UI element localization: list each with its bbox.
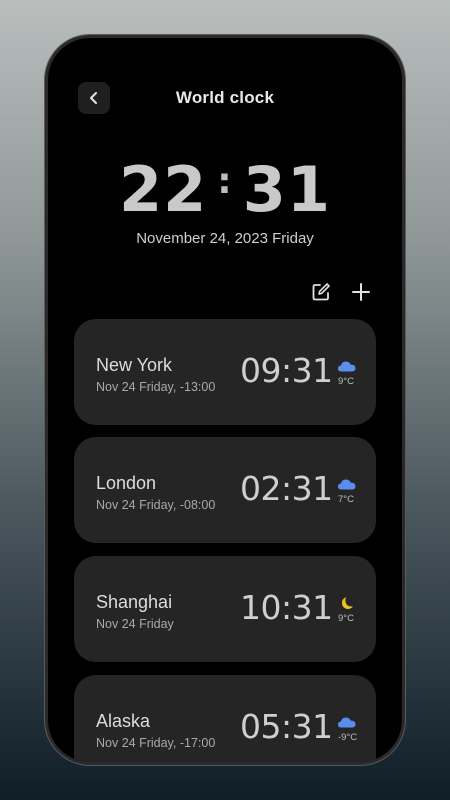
- city-card[interactable]: New York Nov 24 Friday, -13:00 09:31 9°C: [74, 319, 376, 425]
- city-name: New York: [96, 355, 173, 375]
- add-icon[interactable]: [350, 281, 372, 303]
- edit-icon[interactable]: [310, 281, 332, 303]
- city-name: Shanghai: [96, 592, 173, 612]
- city-time: 02:31: [240, 469, 333, 508]
- cloud-icon: [338, 717, 356, 728]
- city-time: 10:31: [240, 588, 333, 627]
- side-button: [402, 242, 406, 320]
- city-card[interactable]: Alaska Nov 24 Friday, -17:00 05:31 -9°C: [74, 675, 376, 762]
- city-temperature: 9°C: [338, 613, 354, 624]
- city-date-offset: Nov 24 Friday: [96, 617, 174, 631]
- city-date-offset: Nov 24 Friday, -08:00: [96, 498, 216, 512]
- city-name: London: [96, 473, 157, 493]
- cloud-icon: [338, 479, 356, 490]
- cloud-icon: [338, 361, 356, 372]
- city-time: 09:31: [240, 351, 333, 390]
- city-temperature: 7°C: [338, 494, 354, 505]
- city-date-offset: Nov 24 Friday, -17:00: [96, 736, 216, 750]
- city-temperature: 9°C: [338, 376, 354, 387]
- city-date-offset: Nov 24 Friday, -13:00: [96, 380, 216, 394]
- main-clock-date: November 24, 2023 Friday: [136, 230, 314, 247]
- city-temperature: -9°C: [338, 732, 358, 743]
- clock-colon: :: [217, 161, 233, 202]
- main-clock: 22:31: [48, 153, 402, 226]
- toolbar: [310, 281, 372, 303]
- moon-icon: [342, 597, 353, 609]
- phone-screen: World clock 22:31 November 24, 2023 Frid…: [48, 38, 402, 762]
- city-card[interactable]: London Nov 24 Friday, -08:00 02:31 7°C: [74, 437, 376, 543]
- main-clock-hours: 22: [119, 153, 208, 226]
- header: World clock: [48, 80, 402, 120]
- page-title: World clock: [175, 88, 275, 107]
- city-card[interactable]: Shanghai Nov 24 Friday 10:31 9°C: [74, 556, 376, 662]
- city-name: Alaska: [96, 711, 151, 731]
- city-time: 05:31: [240, 707, 333, 746]
- main-clock-minutes: 31: [242, 153, 331, 226]
